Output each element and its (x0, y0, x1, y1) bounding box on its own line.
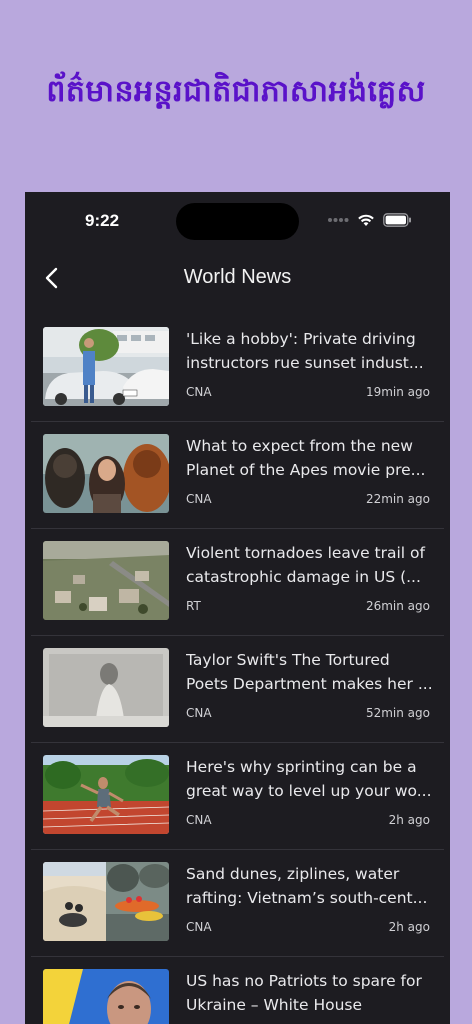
article-timestamp: 2h ago (388, 920, 430, 934)
dynamic-island (176, 203, 299, 240)
article-title: Sand dunes, ziplines, water rafting: Vie… (186, 862, 436, 910)
page-title: World News (183, 266, 292, 288)
article-title-line: Poets Department makes her ... (186, 675, 433, 693)
battery-icon (383, 213, 411, 227)
article-timestamp: 52min ago (365, 706, 430, 720)
article-thumbnail (43, 541, 169, 620)
article-thumbnail (43, 327, 169, 406)
article-title-line: Violent tornadoes leave trail of (186, 544, 425, 562)
status-icons (327, 211, 412, 229)
news-list-item[interactable]: US has no Patriots to spare for Ukraine … (31, 957, 444, 1024)
article-title: Violent tornadoes leave trail of catastr… (186, 541, 436, 589)
article-title-line: Taylor Swift's The Tortured (186, 651, 390, 669)
article-title-line: US has no Patriots to spare for (186, 972, 422, 990)
article-timestamp: 2h ago (388, 813, 430, 827)
banner-title: ព័ត៌មានអន្តរជាតិជាភាសាអង់គ្លេស (46, 74, 426, 109)
phone-screen: 9:22 World News 'Like a hobby': Private … (25, 192, 450, 1024)
nav-bar: World News (25, 256, 450, 300)
news-list-item[interactable]: Violent tornadoes leave trail of catastr… (31, 529, 444, 636)
article-thumbnail (43, 648, 169, 727)
article-title: 'Like a hobby': Private driving instruct… (186, 327, 436, 375)
article-source: RT (186, 599, 201, 613)
article-timestamp: 19min ago (365, 385, 430, 399)
article-title: What to expect from the new Planet of th… (186, 434, 436, 482)
article-title: Here's why sprinting can be a great way … (186, 755, 436, 803)
article-source: CNA (186, 706, 212, 720)
news-list-item[interactable]: Sand dunes, ziplines, water rafting: Vie… (31, 850, 444, 957)
article-source: CNA (186, 813, 212, 827)
signal-icon (328, 218, 349, 222)
article-source: CNA (186, 920, 212, 934)
article-title-line: Here's why sprinting can be a (186, 758, 417, 776)
wifi-icon (358, 214, 374, 226)
status-bar: 9:22 (25, 192, 450, 248)
article-thumbnail (43, 434, 169, 513)
article-timestamp: 22min ago (365, 492, 430, 506)
article-title-line: catastrophic damage in US (... (186, 568, 421, 586)
article-title-line: 'Like a hobby': Private driving (186, 330, 416, 348)
news-list-item[interactable]: What to expect from the new Planet of th… (31, 422, 444, 529)
news-list-item[interactable]: 'Like a hobby': Private driving instruct… (31, 315, 444, 422)
news-list-item[interactable]: Here's why sprinting can be a great way … (31, 743, 444, 850)
article-source: CNA (186, 492, 212, 506)
article-title-line: instructors rue sunset indust... (186, 354, 424, 372)
article-title-line: Ukraine – White House (186, 996, 363, 1014)
article-timestamp: 26min ago (365, 599, 430, 613)
article-thumbnail (43, 755, 169, 834)
news-list: 'Like a hobby': Private driving instruct… (31, 315, 444, 1024)
article-title-line: great way to level up your wo... (186, 782, 432, 800)
article-thumbnail (43, 862, 169, 941)
article-title-line: Sand dunes, ziplines, water (186, 865, 400, 883)
news-list-item[interactable]: Taylor Swift's The Tortured Poets Depart… (31, 636, 444, 743)
article-title-line: rafting: Vietnam’s south-cent... (186, 889, 428, 907)
status-time: 9:22 (85, 211, 120, 230)
article-source: CNA (186, 385, 212, 399)
article-title-line: Planet of the Apes movie pre... (186, 461, 426, 479)
article-title: US has no Patriots to spare for Ukraine … (186, 969, 436, 1017)
article-title-line: What to expect from the new (186, 437, 413, 455)
article-title: Taylor Swift's The Tortured Poets Depart… (186, 648, 436, 696)
article-thumbnail (43, 969, 169, 1024)
app-banner: ព័ត៌មានអន្តរជាតិជាភាសាអង់គ្លេស (0, 0, 472, 192)
